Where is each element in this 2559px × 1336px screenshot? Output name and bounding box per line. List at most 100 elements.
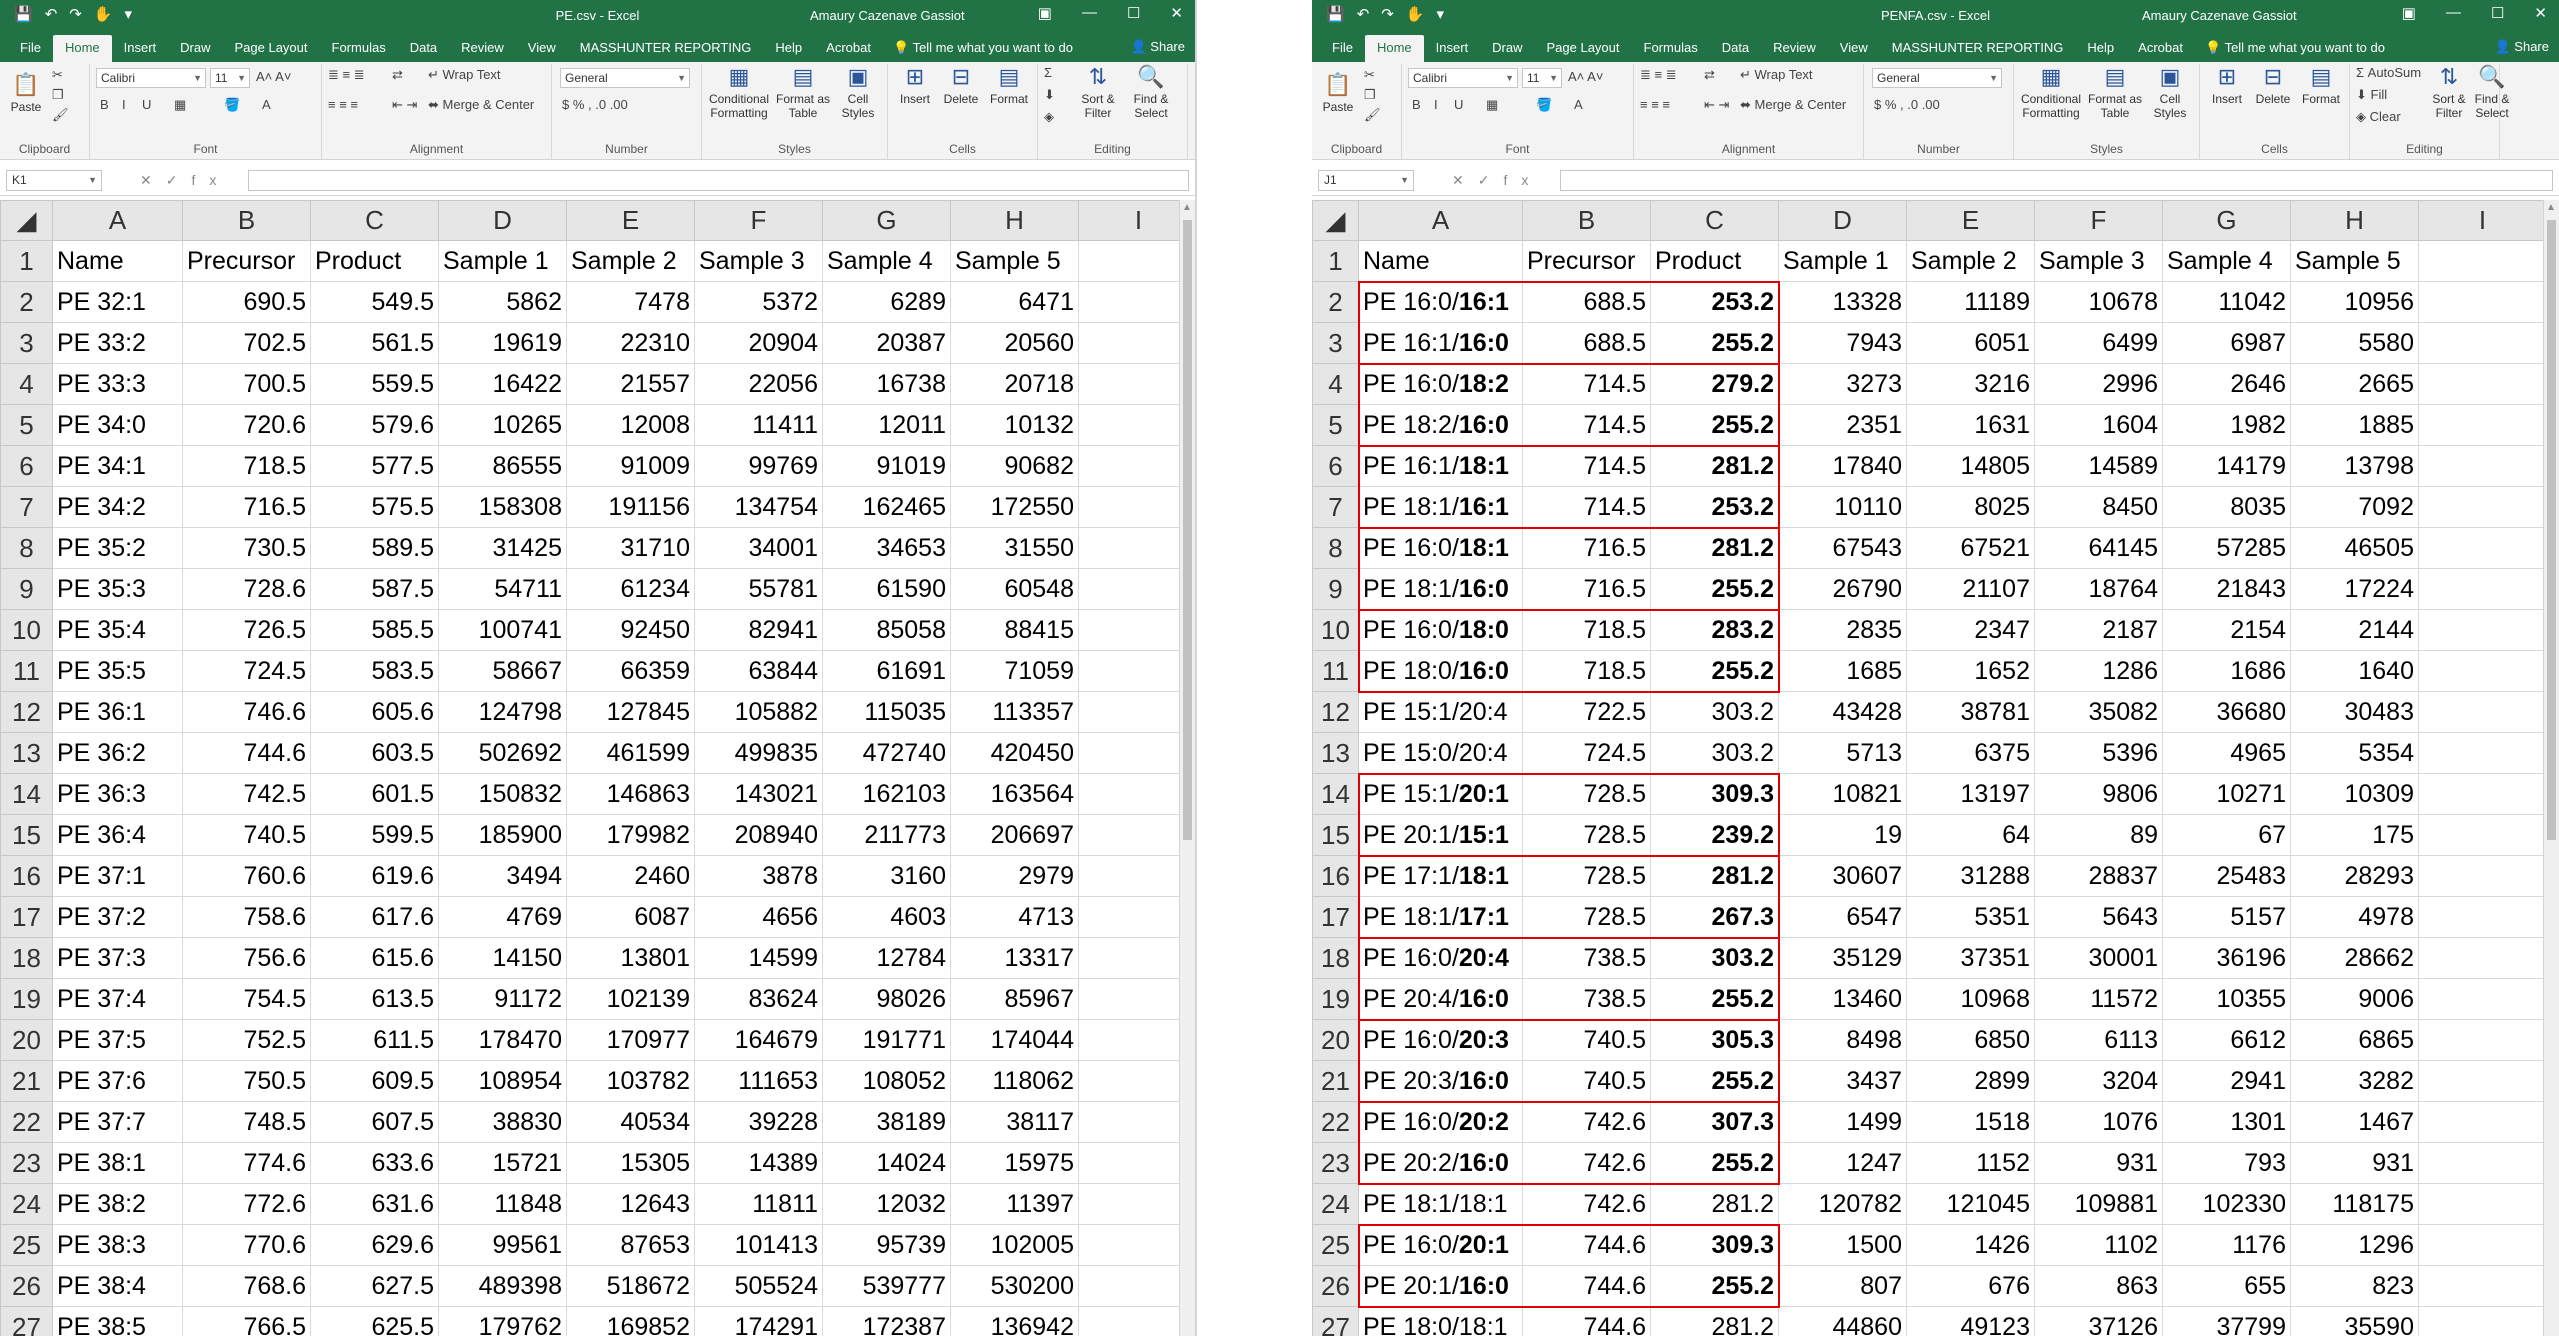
sample-cell[interactable]: 502692 bbox=[438, 732, 567, 774]
sample-cell[interactable]: 121045 bbox=[1906, 1183, 2035, 1225]
sample-cell[interactable]: 11811 bbox=[694, 1183, 823, 1225]
name-cell[interactable]: PE 33:3 bbox=[52, 363, 183, 405]
find-select-button[interactable]: 🔍 Find & Select bbox=[2472, 64, 2512, 120]
sample-cell[interactable]: 11848 bbox=[438, 1183, 567, 1225]
product-cell[interactable]: 239.2 bbox=[1650, 814, 1779, 856]
user-name[interactable]: Amaury Cazenave Gassiot bbox=[2142, 8, 2297, 23]
sample-cell[interactable]: 2154 bbox=[2162, 609, 2291, 651]
empty-cell[interactable] bbox=[1078, 1019, 1179, 1061]
sample-cell[interactable]: 3282 bbox=[2290, 1060, 2419, 1102]
sample-cell[interactable]: 108052 bbox=[822, 1060, 951, 1102]
product-cell[interactable]: 281.2 bbox=[1650, 527, 1779, 569]
sample-cell[interactable]: 9806 bbox=[2034, 773, 2163, 815]
sample-cell[interactable]: 54711 bbox=[438, 568, 567, 610]
vertical-align-icons[interactable]: ≣ ≡ ≣ bbox=[1640, 66, 1677, 84]
share-button[interactable]: 👤 Share bbox=[2494, 39, 2549, 55]
sample-cell[interactable]: 10956 bbox=[2290, 281, 2419, 323]
row-header[interactable]: 11 bbox=[1312, 650, 1359, 692]
row-header[interactable]: 20 bbox=[1312, 1019, 1359, 1061]
row-header[interactable]: 27 bbox=[1312, 1306, 1359, 1336]
name-cell[interactable]: PE 37:5 bbox=[52, 1019, 183, 1061]
precursor-cell[interactable]: 738.5 bbox=[1522, 978, 1651, 1020]
format-button[interactable]: ▤ Format bbox=[2296, 64, 2346, 106]
tab-acrobat[interactable]: Acrobat bbox=[2126, 35, 2195, 62]
sample-cell[interactable]: 16738 bbox=[822, 363, 951, 405]
sample-cell[interactable]: 172387 bbox=[822, 1306, 951, 1336]
sample-cell[interactable]: 4713 bbox=[950, 896, 1079, 938]
row-header[interactable]: 10 bbox=[1312, 609, 1359, 651]
name-cell[interactable]: PE 15:1/20:1 bbox=[1358, 773, 1523, 815]
row-header[interactable]: 14 bbox=[1312, 773, 1359, 815]
sample-cell[interactable]: 31550 bbox=[950, 527, 1079, 569]
sample-cell[interactable]: 89 bbox=[2034, 814, 2163, 856]
sample-cell[interactable]: 931 bbox=[2034, 1142, 2163, 1184]
sample-cell[interactable]: 6113 bbox=[2034, 1019, 2163, 1061]
sample-cell[interactable]: 2665 bbox=[2290, 363, 2419, 405]
copy-icon[interactable]: ❐ bbox=[1364, 86, 1376, 104]
fill-color-icon[interactable]: 🪣 bbox=[224, 96, 240, 114]
select-all-corner[interactable]: ◢ bbox=[0, 200, 53, 241]
product-cell[interactable]: 279.2 bbox=[1650, 363, 1779, 405]
insert-function-icon[interactable]: fx bbox=[1503, 172, 1542, 188]
sample-cell[interactable]: 99769 bbox=[694, 445, 823, 487]
empty-cell[interactable] bbox=[2418, 240, 2543, 282]
sample-cell[interactable]: 36196 bbox=[2162, 937, 2291, 979]
header-cell[interactable]: Sample 5 bbox=[950, 240, 1079, 282]
precursor-cell[interactable]: 730.5 bbox=[182, 527, 311, 569]
sample-cell[interactable]: 505524 bbox=[694, 1265, 823, 1307]
product-cell[interactable]: 281.2 bbox=[1650, 855, 1779, 897]
cell-styles-button[interactable]: ▣ Cell Styles bbox=[832, 64, 884, 120]
empty-cell[interactable] bbox=[2418, 896, 2543, 938]
sample-cell[interactable]: 37126 bbox=[2034, 1306, 2163, 1336]
format-as-table-button[interactable]: ▤ Format as Table bbox=[774, 64, 832, 120]
precursor-cell[interactable]: 744.6 bbox=[182, 732, 311, 774]
paste-button[interactable]: 📋 Paste bbox=[1318, 72, 1358, 114]
product-cell[interactable]: 267.3 bbox=[1650, 896, 1779, 938]
tab-data[interactable]: Data bbox=[1710, 35, 1761, 62]
sample-cell[interactable]: 3216 bbox=[1906, 363, 2035, 405]
minimize-icon[interactable]: — bbox=[2446, 4, 2461, 22]
row-header[interactable]: 15 bbox=[1312, 814, 1359, 856]
product-cell[interactable]: 575.5 bbox=[310, 486, 439, 528]
orientation-icon[interactable]: ⇄ bbox=[1704, 66, 1715, 84]
sample-cell[interactable]: 7943 bbox=[1778, 322, 1907, 364]
sample-cell[interactable]: 2144 bbox=[2290, 609, 2419, 651]
precursor-cell[interactable]: 766.5 bbox=[182, 1306, 311, 1336]
row-header[interactable]: 22 bbox=[1312, 1101, 1359, 1143]
name-cell[interactable]: PE 35:3 bbox=[52, 568, 183, 610]
name-cell[interactable]: PE 16:1/18:1 bbox=[1358, 445, 1523, 487]
tab-data[interactable]: Data bbox=[398, 35, 449, 62]
sample-cell[interactable]: 420450 bbox=[950, 732, 1079, 774]
name-cell[interactable]: PE 38:1 bbox=[52, 1142, 183, 1184]
name-cell[interactable]: PE 20:1/16:0 bbox=[1358, 1265, 1523, 1307]
sample-cell[interactable]: 5580 bbox=[2290, 322, 2419, 364]
sample-cell[interactable]: 163564 bbox=[950, 773, 1079, 815]
name-cell[interactable]: PE 37:3 bbox=[52, 937, 183, 979]
enter-icon[interactable]: ✓ bbox=[1478, 172, 1504, 188]
precursor-cell[interactable]: 746.6 bbox=[182, 691, 311, 733]
empty-cell[interactable] bbox=[1078, 650, 1179, 692]
sample-cell[interactable]: 14589 bbox=[2034, 445, 2163, 487]
sample-cell[interactable]: 91009 bbox=[566, 445, 695, 487]
row-header[interactable]: 25 bbox=[0, 1224, 53, 1266]
empty-cell[interactable] bbox=[2418, 1060, 2543, 1102]
sample-cell[interactable]: 206697 bbox=[950, 814, 1079, 856]
empty-cell[interactable] bbox=[1078, 814, 1179, 856]
column-header-i[interactable]: I bbox=[1078, 200, 1179, 241]
row-header[interactable]: 27 bbox=[0, 1306, 53, 1336]
sample-cell[interactable]: 3437 bbox=[1778, 1060, 1907, 1102]
sample-cell[interactable]: 113357 bbox=[950, 691, 1079, 733]
product-cell[interactable]: 603.5 bbox=[310, 732, 439, 774]
product-cell[interactable]: 255.2 bbox=[1650, 650, 1779, 692]
empty-cell[interactable] bbox=[1078, 1265, 1179, 1307]
product-cell[interactable]: 617.6 bbox=[310, 896, 439, 938]
sample-cell[interactable]: 109881 bbox=[2034, 1183, 2163, 1225]
sample-cell[interactable]: 60548 bbox=[950, 568, 1079, 610]
number-format-buttons[interactable]: $ % , .0 .00 bbox=[562, 96, 628, 114]
sample-cell[interactable]: 100741 bbox=[438, 609, 567, 651]
cancel-icon[interactable]: ✕ bbox=[140, 172, 166, 188]
header-cell[interactable]: Sample 1 bbox=[1778, 240, 1907, 282]
header-cell[interactable]: Sample 2 bbox=[1906, 240, 2035, 282]
name-cell[interactable]: PE 33:2 bbox=[52, 322, 183, 364]
sample-cell[interactable]: 6375 bbox=[1906, 732, 2035, 774]
